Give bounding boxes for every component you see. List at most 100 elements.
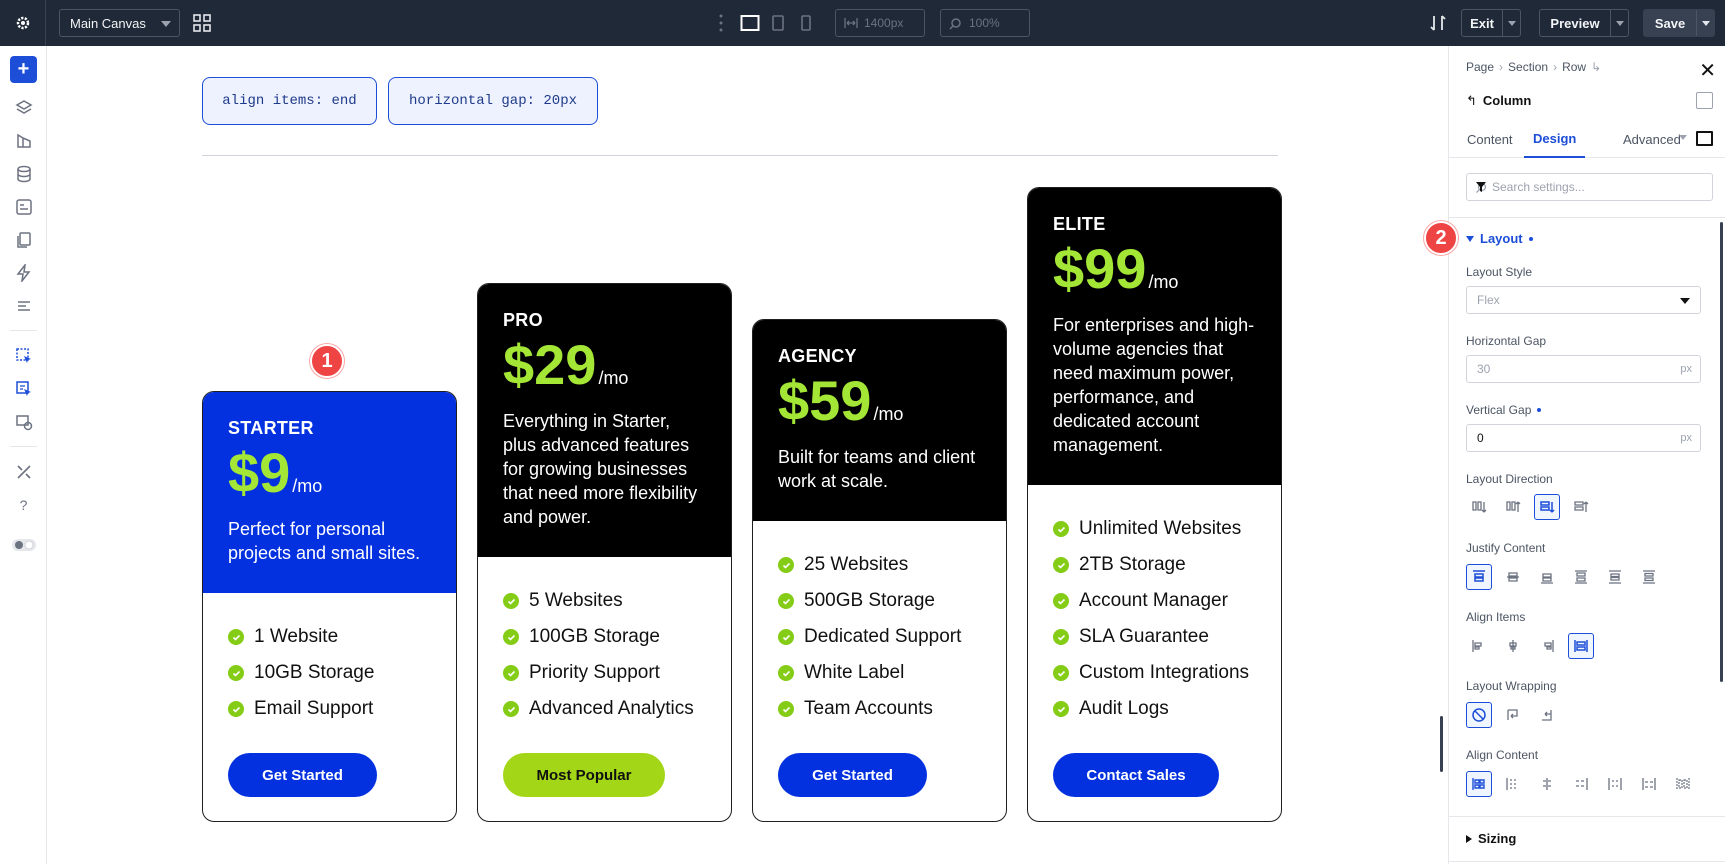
save-button[interactable]: Save [1643, 9, 1715, 37]
corner-arrow-icon: ↳ [1591, 60, 1602, 74]
feature-item: Email Support [228, 691, 431, 727]
grid-icon[interactable] [192, 13, 212, 38]
database-icon[interactable] [10, 160, 37, 187]
align-content-stretch-icon[interactable] [1670, 771, 1696, 797]
get-started-button[interactable]: Get Started [228, 753, 377, 797]
list-icon[interactable] [10, 292, 37, 319]
preview-button[interactable]: Preview [1539, 9, 1629, 37]
drag-handle-icon[interactable] [718, 13, 724, 38]
justify-space-between-icon[interactable] [1568, 564, 1594, 590]
feature-item: 25 Websites [778, 547, 981, 583]
price: $59/mo [778, 373, 981, 429]
no-wrap-icon[interactable] [1466, 702, 1492, 728]
align-content-evenly-icon[interactable] [1636, 771, 1662, 797]
check-icon [778, 701, 794, 717]
check-icon [1053, 665, 1069, 681]
save-dropdown[interactable] [1696, 10, 1714, 36]
tablet-icon[interactable] [771, 13, 785, 38]
price-period: /mo [873, 404, 904, 424]
layout-section-toggle[interactable]: Layout [1466, 231, 1533, 246]
box-icon[interactable] [1696, 131, 1713, 146]
get-started-button[interactable]: Get Started [778, 753, 927, 797]
align-end-icon[interactable] [1534, 633, 1560, 659]
exit-dropdown[interactable] [1502, 10, 1520, 36]
contact-sales-button[interactable]: Contact Sales [1053, 753, 1219, 797]
most-popular-button[interactable]: Most Popular [503, 753, 665, 797]
direction-column-icon[interactable] [1534, 494, 1560, 520]
wrap-reverse-icon[interactable] [1534, 702, 1560, 728]
layout-wrapping-label: Layout Wrapping [1466, 679, 1557, 693]
justify-space-around-icon[interactable] [1602, 564, 1628, 590]
pricing-card-starter[interactable]: STARTER $9/mo Perfect for personal proje… [202, 391, 457, 822]
tab-design[interactable]: Design [1524, 120, 1586, 158]
align-content-end-icon[interactable] [1534, 771, 1560, 797]
panel-title-text: Column [1482, 93, 1532, 108]
check-icon [778, 557, 794, 573]
add-element-button[interactable]: + [10, 56, 37, 83]
align-content-start-icon[interactable] [1466, 771, 1492, 797]
lightning-icon[interactable] [10, 259, 37, 286]
layout-style-select[interactable]: Flex [1466, 286, 1701, 314]
align-center-icon[interactable] [1500, 633, 1526, 659]
breadcrumb-item[interactable]: Section [1508, 60, 1548, 74]
feature-item: 10GB Storage [228, 655, 431, 691]
wrap-icon[interactable] [1500, 702, 1526, 728]
pages-icon[interactable] [10, 226, 37, 253]
settings-toggle-icon[interactable] [1696, 92, 1713, 109]
align-stretch-icon[interactable] [1568, 633, 1594, 659]
vertical-gap-label: Vertical Gap [1466, 403, 1542, 417]
help-icon[interactable]: ? [10, 491, 37, 518]
top-toolbar: Main Canvas 1400px 100% Exit Preview Sav… [0, 0, 1725, 46]
justify-start-icon[interactable] [1466, 564, 1492, 590]
breadcrumb-item[interactable]: Row [1562, 60, 1586, 74]
direction-row-reverse-icon[interactable] [1500, 494, 1526, 520]
sizing-section-toggle[interactable]: Sizing [1466, 831, 1516, 846]
panel-scrollbar[interactable] [1720, 222, 1723, 682]
back-arrow-icon[interactable]: ↰ [1466, 93, 1477, 108]
feature-item: 1 Website [228, 619, 431, 655]
exit-button[interactable]: Exit [1461, 9, 1521, 37]
gear-icon[interactable] [0, 0, 46, 46]
close-icon[interactable]: ✕ [1699, 58, 1716, 83]
align-start-icon[interactable] [1466, 633, 1492, 659]
tools-icon[interactable] [10, 458, 37, 485]
vertical-gap-input[interactable]: 0 px [1466, 424, 1701, 452]
zoom-field[interactable]: 100% [940, 9, 1030, 37]
sort-icon[interactable] [1429, 14, 1447, 37]
theme-toggle[interactable] [10, 531, 37, 558]
responsive-icon[interactable] [10, 408, 37, 435]
chevron-down-icon[interactable] [1679, 135, 1687, 140]
design-icon[interactable] [10, 127, 37, 154]
justify-end-icon[interactable] [1534, 564, 1560, 590]
unit-label: px [1680, 363, 1692, 375]
select-builder-icon[interactable] [10, 342, 37, 369]
horizontal-gap-input[interactable]: 30 px [1466, 355, 1701, 383]
settings-panel: Page › Section › Row ↳ ✕ ↰ Column Content De… [1424, 46, 1725, 864]
search-input[interactable]: Search settings... [1466, 173, 1713, 201]
preview-dropdown[interactable] [1610, 10, 1628, 36]
direction-row-icon[interactable] [1466, 494, 1492, 520]
align-content-between-icon[interactable] [1568, 771, 1594, 797]
select-multiple-icon[interactable] [10, 375, 37, 402]
align-content-around-icon[interactable] [1602, 771, 1628, 797]
align-content-center-icon[interactable] [1500, 771, 1526, 797]
layers-icon[interactable] [10, 94, 37, 121]
direction-column-reverse-icon[interactable] [1568, 494, 1594, 520]
canvas-width-field[interactable]: 1400px [835, 9, 925, 37]
pricing-card-elite[interactable]: ELITE $99/mo For enterprises and high-vo… [1027, 187, 1282, 822]
canvas-scrollbar[interactable] [1440, 716, 1443, 772]
filter-icon[interactable] [1475, 181, 1487, 193]
feature-item: Unlimited Websites [1053, 511, 1256, 547]
desktop-icon[interactable] [740, 13, 760, 38]
canvas-select[interactable]: Main Canvas [59, 9, 180, 37]
mobile-icon[interactable] [799, 13, 813, 38]
justify-space-evenly-icon[interactable] [1636, 564, 1662, 590]
pricing-card-pro[interactable]: PRO $29/mo Everything in Starter, plus a… [477, 283, 732, 822]
tab-content[interactable]: Content [1458, 120, 1522, 158]
price-amount: $99 [1053, 237, 1147, 300]
template-icon[interactable] [10, 193, 37, 220]
breadcrumb-item[interactable]: Page [1466, 60, 1494, 74]
justify-center-icon[interactable] [1500, 564, 1526, 590]
feature-label: Advanced Analytics [529, 698, 694, 719]
pricing-card-agency[interactable]: AGENCY $59/mo Built for teams and client… [752, 319, 1007, 822]
